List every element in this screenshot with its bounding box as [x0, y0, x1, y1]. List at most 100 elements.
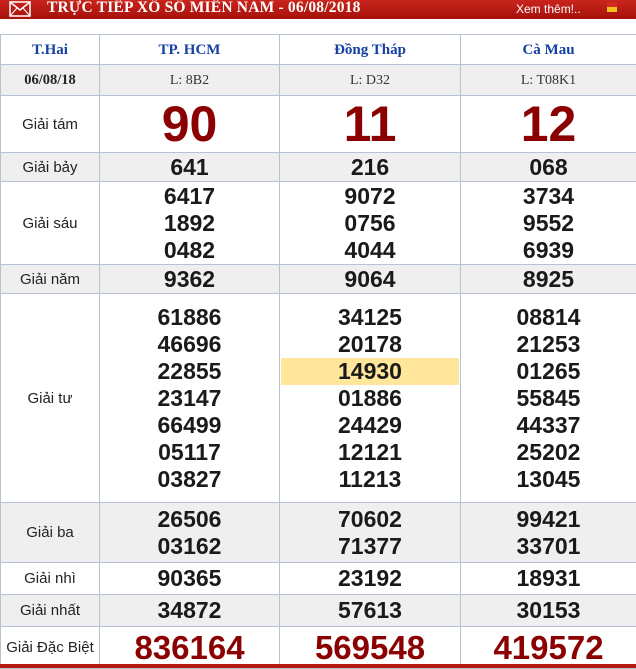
result-number[interactable]: 05117	[100, 439, 279, 466]
result-cell: 7060271377	[280, 503, 461, 563]
result-cell: 90	[100, 96, 280, 153]
prize-row: Giải nhì903652319218931	[1, 563, 636, 595]
result-number[interactable]: 6939	[461, 237, 636, 264]
province-name[interactable]: Đồng Tháp	[334, 42, 406, 58]
result-number[interactable]: 21253	[461, 331, 636, 358]
result-number[interactable]: 55845	[461, 385, 636, 412]
result-number[interactable]: 03827	[100, 466, 279, 493]
result-number[interactable]: 569548	[280, 629, 460, 667]
result-number[interactable]: 30153	[461, 597, 636, 624]
result-cell: 18931	[461, 563, 636, 595]
result-number[interactable]: 11213	[280, 466, 460, 493]
result-number[interactable]: 12121	[280, 439, 460, 466]
result-number[interactable]: 18931	[461, 565, 636, 592]
result-number[interactable]: 4044	[280, 237, 460, 264]
result-number[interactable]: 44337	[461, 412, 636, 439]
result-number[interactable]: 66499	[100, 412, 279, 439]
result-number[interactable]: 08814	[461, 304, 636, 331]
result-cell: 9064	[280, 265, 461, 294]
prize-label: Giải năm	[1, 265, 100, 294]
prize-label: Giải nhì	[1, 563, 100, 595]
result-cell: 641718920482	[100, 182, 280, 265]
province-name[interactable]: Cà Mau	[522, 42, 574, 58]
result-number[interactable]: 0482	[100, 237, 279, 264]
result-number[interactable]: 70602	[280, 506, 460, 533]
prize-label: Giải ba	[1, 503, 100, 563]
result-cell: 61886466962285523147664990511703827	[100, 294, 280, 503]
result-number[interactable]: 34125	[280, 304, 460, 331]
result-number[interactable]: 57613	[280, 597, 460, 624]
province-cell[interactable]: TP. HCM	[100, 35, 280, 65]
result-number[interactable]: 26506	[100, 506, 279, 533]
result-number[interactable]: 23147	[100, 385, 279, 412]
result-number[interactable]: 33701	[461, 533, 636, 560]
result-number[interactable]: 01886	[280, 385, 460, 412]
result-cell: 23192	[280, 563, 461, 595]
prize-label: Giải tám	[1, 96, 100, 153]
result-number[interactable]: 03162	[100, 533, 279, 560]
result-number[interactable]: 22855	[100, 358, 279, 385]
result-number[interactable]: 216	[280, 154, 460, 181]
result-number[interactable]: 836164	[100, 629, 279, 667]
result-number[interactable]: 8925	[461, 266, 636, 293]
province-cell[interactable]: Đồng Tháp	[280, 35, 461, 65]
result-cell: 907207564044	[280, 182, 461, 265]
result-cell: 90365	[100, 563, 280, 595]
mail-icon	[9, 1, 31, 17]
result-number[interactable]: 9362	[100, 266, 279, 293]
result-cell: 9362	[100, 265, 280, 294]
footer-bar	[0, 664, 636, 668]
result-number[interactable]: 90365	[100, 565, 279, 592]
see-more-link[interactable]: Xem thêm!..	[516, 2, 581, 16]
highlighted-result-number[interactable]: 14930	[281, 358, 459, 385]
result-cell: 373495526939	[461, 182, 636, 265]
result-number[interactable]: 71377	[280, 533, 460, 560]
result-number[interactable]: 34872	[100, 597, 279, 624]
result-cell: 30153	[461, 595, 636, 627]
header-bar: TRỰC TIẾP XỔ SỐ MIỀN NAM - 06/08/2018 Xe…	[0, 0, 636, 19]
result-number[interactable]: 25202	[461, 439, 636, 466]
result-number[interactable]: 3734	[461, 183, 636, 210]
result-number[interactable]: 9064	[280, 266, 460, 293]
result-number[interactable]: 641	[100, 154, 279, 181]
prize-row: Giải tám901112	[1, 96, 636, 153]
result-number[interactable]: 24429	[280, 412, 460, 439]
result-number[interactable]: 20178	[280, 331, 460, 358]
result-number[interactable]: 0756	[280, 210, 460, 237]
prize-label: Giải tư	[1, 294, 100, 503]
result-cell: 2650603162	[100, 503, 280, 563]
result-number[interactable]: 46696	[100, 331, 279, 358]
prize-row: Giải ba265060316270602713779942133701	[1, 503, 636, 563]
result-number[interactable]: 23192	[280, 565, 460, 592]
prize-label: Giải Đặc Biệt	[1, 627, 100, 669]
result-cell: 12	[461, 96, 636, 153]
lottery-code-row: 06/08/18L: 8B2L: D32L: T08K1	[1, 65, 636, 96]
province-cell[interactable]: Cà Mau	[461, 35, 636, 65]
result-number[interactable]: 61886	[100, 304, 279, 331]
result-number[interactable]: 1892	[100, 210, 279, 237]
result-number[interactable]: 9072	[280, 183, 460, 210]
code-cell: L: 8B2	[100, 65, 280, 96]
prize-label: Giải sáu	[1, 182, 100, 265]
day-label: T.Hai	[32, 42, 68, 58]
result-number[interactable]: 99421	[461, 506, 636, 533]
result-cell: 34125201781493001886244291212111213	[280, 294, 461, 503]
page-title: TRỰC TIẾP XỔ SỐ MIỀN NAM - 06/08/2018	[47, 0, 361, 17]
province-name[interactable]: TP. HCM	[159, 42, 221, 58]
result-number[interactable]: 419572	[461, 629, 636, 667]
result-number[interactable]: 11	[280, 98, 460, 150]
result-number[interactable]: 12	[461, 98, 636, 150]
result-number[interactable]: 01265	[461, 358, 636, 385]
result-number[interactable]: 9552	[461, 210, 636, 237]
result-cell: 8925	[461, 265, 636, 294]
prize-row: Giải nhất348725761330153	[1, 595, 636, 627]
ticket-code: L: 8B2	[170, 73, 209, 88]
result-number[interactable]: 068	[461, 154, 636, 181]
prize-row: Giải tư618864669622855231476649905117038…	[1, 294, 636, 503]
result-cell: 569548	[280, 627, 461, 669]
result-number[interactable]: 6417	[100, 183, 279, 210]
result-number[interactable]: 90	[100, 98, 279, 150]
result-number[interactable]: 13045	[461, 466, 636, 493]
result-cell: 9942133701	[461, 503, 636, 563]
result-cell: 11	[280, 96, 461, 153]
